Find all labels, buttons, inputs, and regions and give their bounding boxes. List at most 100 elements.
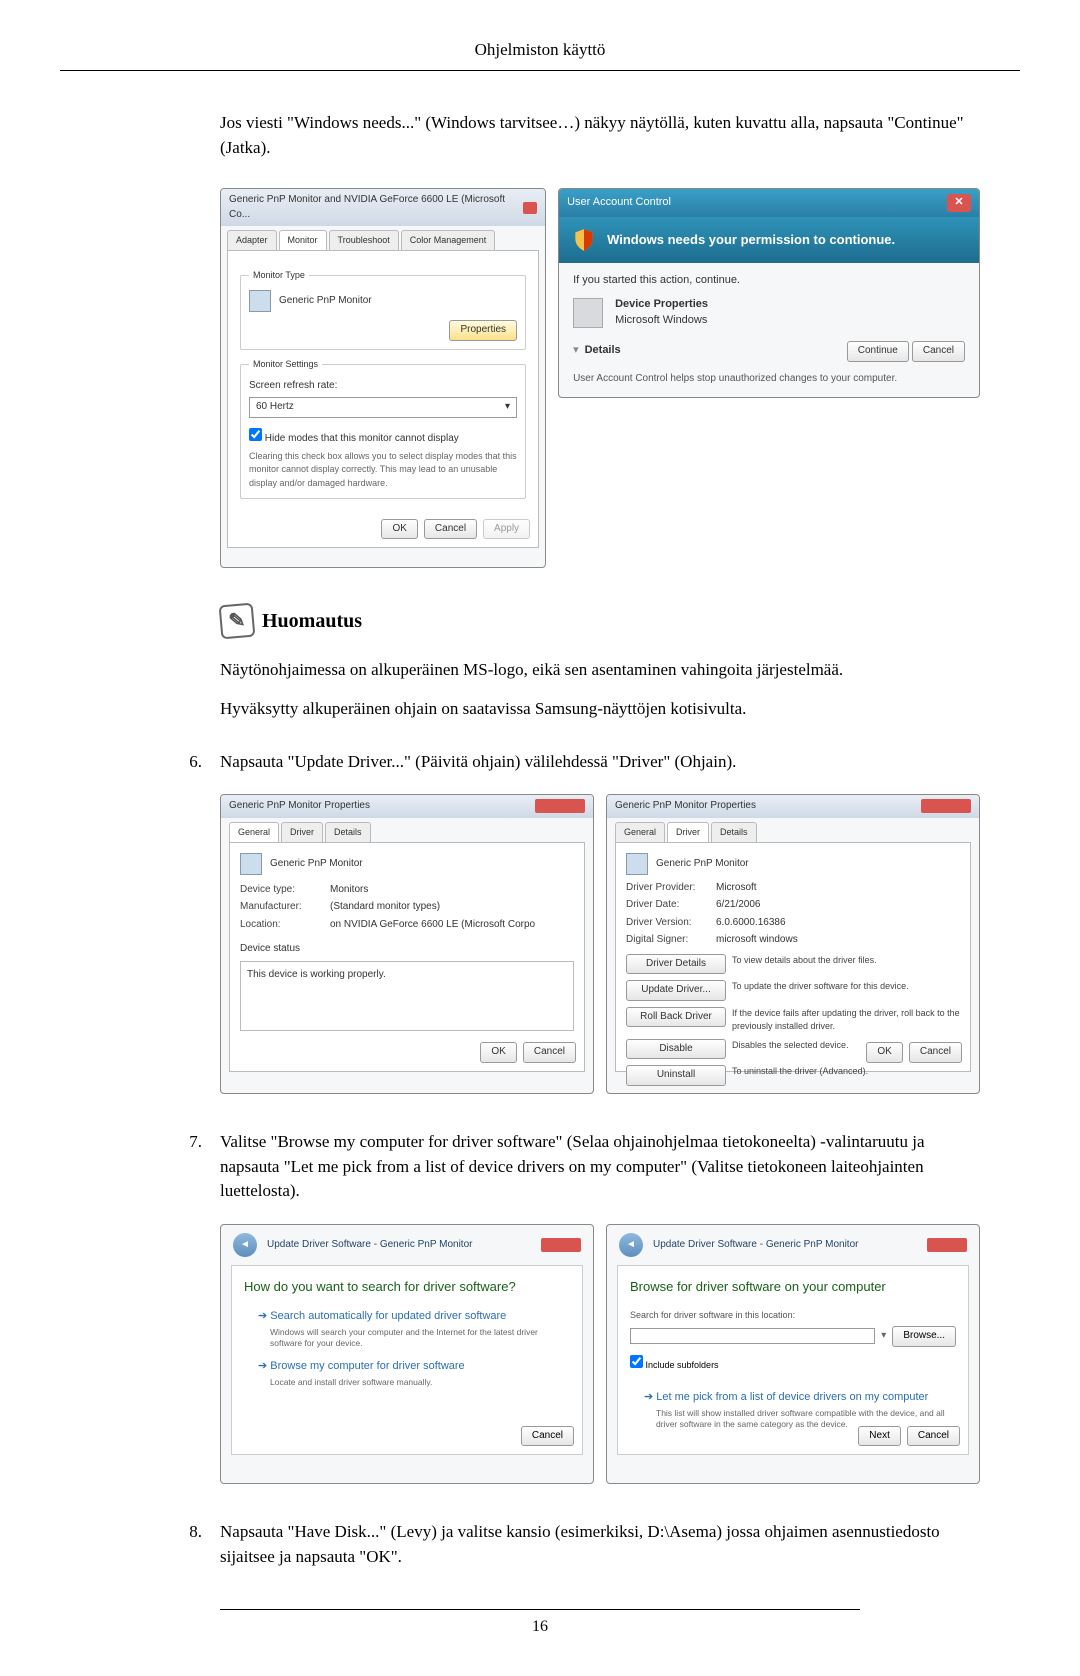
- browse-button[interactable]: Browse...: [892, 1326, 956, 1347]
- tab-general[interactable]: General: [615, 822, 665, 842]
- uac-footnote: User Account Control helps stop unauthor…: [573, 372, 965, 387]
- window-title: Generic PnP Monitor and NVIDIA GeForce 6…: [229, 193, 523, 222]
- step-text: Valitse "Browse my computer for driver s…: [220, 1130, 980, 1204]
- option-auto-desc: Windows will search your computer and th…: [270, 1327, 570, 1349]
- ok-button[interactable]: OK: [866, 1042, 902, 1063]
- figure-3: ◄ Update Driver Software - Generic PnP M…: [220, 1224, 980, 1484]
- wizard-heading: Browse for driver software on your compu…: [630, 1278, 956, 1297]
- uninstall-button[interactable]: Uninstall: [626, 1065, 726, 1086]
- back-icon[interactable]: ◄: [233, 1233, 257, 1257]
- kv-row: Device type:Monitors: [240, 883, 574, 898]
- location-input[interactable]: [630, 1328, 875, 1344]
- monitor-type-group: Monitor Type Generic PnP Monitor Propert…: [240, 269, 526, 350]
- step-text: Napsauta "Update Driver..." (Päivitä ohj…: [220, 750, 980, 775]
- window-controls[interactable]: [523, 202, 537, 214]
- window-controls[interactable]: [541, 1238, 581, 1252]
- driver-details-button[interactable]: Driver Details: [626, 954, 726, 975]
- dropdown-icon[interactable]: ▾: [881, 1329, 886, 1344]
- include-subfolders-label: Include subfolders: [646, 1360, 719, 1370]
- tab-driver[interactable]: Driver: [667, 822, 709, 842]
- properties-button[interactable]: Properties: [449, 320, 517, 341]
- ok-button[interactable]: OK: [480, 1042, 516, 1063]
- refresh-label: Screen refresh rate:: [249, 379, 517, 394]
- monitor-settings-legend: Monitor Settings: [249, 358, 322, 371]
- disable-button[interactable]: Disable: [626, 1039, 726, 1060]
- tab-driver[interactable]: Driver: [281, 822, 323, 842]
- update-driver-button[interactable]: Update Driver...: [626, 980, 726, 1001]
- option-browse[interactable]: Browse my computer for driver software: [258, 1359, 570, 1375]
- step-6: 6. Napsauta "Update Driver..." (Päivitä …: [180, 750, 980, 775]
- status-box: This device is working properly.: [240, 961, 574, 1031]
- window-title: Generic PnP Monitor Properties: [615, 799, 756, 814]
- uac-dialog: User Account Control ✕ Windows needs you…: [558, 188, 980, 398]
- figure-2: Generic PnP Monitor Properties General D…: [220, 794, 980, 1094]
- note-icon: ✎: [219, 603, 256, 640]
- figure-1: Generic PnP Monitor and NVIDIA GeForce 6…: [220, 188, 980, 568]
- kv-row: Manufacturer:(Standard monitor types): [240, 900, 574, 915]
- tab-monitor[interactable]: Monitor: [279, 230, 327, 250]
- window-controls[interactable]: [535, 799, 585, 813]
- option-pick-list[interactable]: Let me pick from a list of device driver…: [644, 1390, 956, 1406]
- apply-button[interactable]: Apply: [483, 519, 530, 540]
- update-driver-wizard-2: ◄ Update Driver Software - Generic PnP M…: [606, 1224, 980, 1484]
- monitor-type-legend: Monitor Type: [249, 269, 309, 282]
- tab-general[interactable]: General: [229, 822, 279, 842]
- titlebar: Generic PnP Monitor and NVIDIA GeForce 6…: [221, 189, 545, 226]
- tab-adapter[interactable]: Adapter: [227, 230, 277, 250]
- note-title: Huomautus: [262, 607, 362, 636]
- monitor-settings-group: Monitor Settings Screen refresh rate: 60…: [240, 358, 526, 499]
- step-number: 6.: [180, 750, 202, 775]
- chevron-down-icon[interactable]: ▾: [573, 343, 579, 359]
- kv-row: Driver Date:6/21/2006: [626, 898, 960, 913]
- wizard-heading: How do you want to search for driver sof…: [244, 1278, 570, 1297]
- close-icon[interactable]: ✕: [947, 194, 971, 212]
- monitor-icon: [626, 853, 648, 875]
- cancel-button[interactable]: Cancel: [521, 1426, 574, 1447]
- hide-modes-desc: Clearing this check box allows you to se…: [249, 450, 517, 489]
- back-icon[interactable]: ◄: [619, 1233, 643, 1257]
- details-link[interactable]: Details: [585, 343, 621, 359]
- tab-troubleshoot[interactable]: Troubleshoot: [329, 230, 399, 250]
- properties-general-window: Generic PnP Monitor Properties General D…: [220, 794, 594, 1094]
- hide-modes-checkbox[interactable]: [249, 428, 262, 441]
- note-p1: Näytönohjaimessa on alkuperäinen MS-logo…: [220, 658, 980, 683]
- refresh-dropdown[interactable]: 60 Hertz▾: [249, 397, 517, 418]
- next-button[interactable]: Next: [858, 1426, 901, 1447]
- device-name: Generic PnP Monitor: [270, 857, 363, 872]
- update-driver-wizard-1: ◄ Update Driver Software - Generic PnP M…: [220, 1224, 594, 1484]
- uac-banner: Windows needs your permission to contion…: [559, 217, 979, 263]
- uac-title: User Account Control: [567, 195, 671, 211]
- cancel-button[interactable]: Cancel: [907, 1426, 960, 1447]
- wizard-crumb: Update Driver Software - Generic PnP Mon…: [267, 1238, 472, 1253]
- option-browse-desc: Locate and install driver software manua…: [270, 1377, 570, 1388]
- option-auto-search[interactable]: Search automatically for updated driver …: [258, 1309, 570, 1325]
- ok-button[interactable]: OK: [381, 519, 417, 540]
- shield-icon: [571, 227, 597, 253]
- kv-row: Driver Provider:Microsoft: [626, 881, 960, 896]
- properties-driver-window: Generic PnP Monitor Properties General D…: [606, 794, 980, 1094]
- window-controls[interactable]: [921, 799, 971, 813]
- device-name: Generic PnP Monitor: [656, 857, 749, 872]
- rollback-driver-button[interactable]: Roll Back Driver: [626, 1007, 726, 1028]
- tabs: Adapter Monitor Troubleshoot Color Manag…: [221, 226, 545, 250]
- status-label: Device status: [240, 942, 574, 957]
- window-controls[interactable]: [927, 1238, 967, 1252]
- program-icon: [573, 298, 603, 328]
- include-subfolders-checkbox[interactable]: [630, 1355, 643, 1368]
- hide-modes-label: Hide modes that this monitor cannot disp…: [265, 433, 459, 444]
- cancel-button[interactable]: Cancel: [424, 519, 477, 540]
- step-number: 7.: [180, 1130, 202, 1204]
- kv-row: Driver Version:6.0.6000.16386: [626, 916, 960, 931]
- tab-details[interactable]: Details: [325, 822, 371, 842]
- continue-button[interactable]: Continue: [847, 341, 909, 362]
- cancel-button[interactable]: Cancel: [912, 341, 965, 362]
- monitor-icon: [249, 290, 271, 312]
- cancel-button[interactable]: Cancel: [523, 1042, 576, 1063]
- step-number: 8.: [180, 1520, 202, 1569]
- monitor-properties-window: Generic PnP Monitor and NVIDIA GeForce 6…: [220, 188, 546, 568]
- uac-if-started: If you started this action, continue.: [573, 273, 965, 289]
- wizard-crumb: Update Driver Software - Generic PnP Mon…: [653, 1238, 858, 1253]
- tab-details[interactable]: Details: [711, 822, 757, 842]
- tab-color-management[interactable]: Color Management: [401, 230, 496, 250]
- cancel-button[interactable]: Cancel: [909, 1042, 962, 1063]
